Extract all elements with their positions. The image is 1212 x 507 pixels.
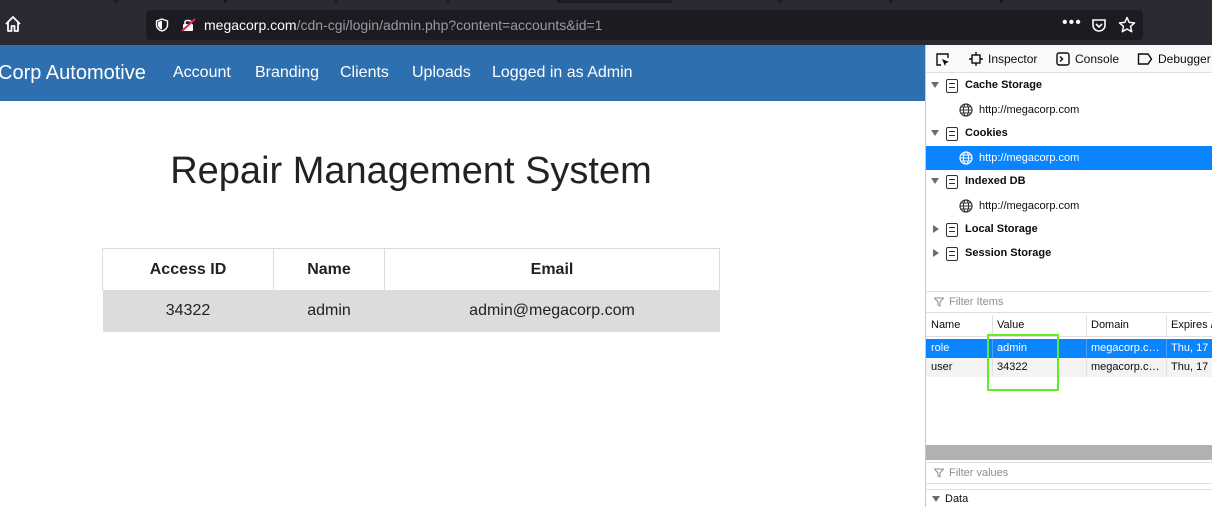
filter-values-placeholder: Filter values: [949, 467, 1009, 479]
devtools-toolbar: Inspector Console Debugger: [926, 45, 1212, 73]
column-header-access-id: Access ID: [102, 248, 274, 291]
nav-account[interactable]: Account: [173, 64, 231, 82]
home-icon[interactable]: [4, 15, 22, 33]
nav-logged-in-user[interactable]: Logged in as Admin: [492, 64, 633, 82]
tree-item-session-storage[interactable]: Session Storage: [926, 242, 1212, 266]
column-header-domain[interactable]: Domain: [1086, 315, 1166, 336]
storage-icon: [946, 223, 958, 237]
cookie-name: role: [931, 342, 950, 354]
inspector-icon: [969, 52, 983, 66]
tab-debugger-label: Debugger: [1158, 52, 1211, 66]
cell-name: admin: [273, 290, 385, 332]
tree-item-label: http://megacorp.com: [979, 200, 1080, 212]
url-bar[interactable]: megacorp.com/cdn-cgi/login/admin.php?con…: [146, 10, 1143, 40]
navbar: Corp Automotive Account Branding Clients…: [0, 45, 925, 101]
storage-icon: [946, 127, 958, 141]
annotation-highlight-box: [987, 334, 1059, 391]
globe-icon: [959, 103, 973, 117]
storage-icon: [946, 175, 958, 189]
table-header-row: Access ID Name Email: [102, 248, 720, 291]
storage-icon: [946, 247, 958, 261]
tab-inspector-label: Inspector: [988, 52, 1038, 66]
page-title: Repair Management System: [170, 150, 652, 192]
globe-icon: [959, 199, 973, 213]
column-header-name[interactable]: Name: [926, 315, 992, 336]
tree-item-cache-host[interactable]: http://megacorp.com: [926, 98, 1212, 122]
filter-values-input[interactable]: Filter values: [926, 462, 1212, 484]
cell-email: admin@megacorp.com: [384, 290, 720, 332]
element-picker-icon[interactable]: [935, 52, 950, 67]
filter-items-input[interactable]: Filter Items: [926, 291, 1212, 313]
url-host: megacorp.com: [204, 17, 297, 33]
insecure-lock-icon[interactable]: [181, 18, 197, 32]
cookie-domain: megacorp.c…: [1086, 358, 1166, 377]
expand-arrow-icon[interactable]: [931, 130, 939, 136]
tree-item-label: http://megacorp.com: [979, 152, 1080, 164]
tree-item-cookies[interactable]: Cookies: [926, 122, 1212, 146]
tab-inspector[interactable]: Inspector: [969, 52, 1037, 66]
cookie-expires: Thu, 17 …: [1166, 339, 1212, 358]
column-header-value[interactable]: Value: [992, 315, 1086, 336]
expand-arrow-icon[interactable]: [931, 82, 939, 88]
filter-icon: [934, 468, 944, 478]
table-row[interactable]: user 34322 megacorp.c… Thu, 17 …: [926, 358, 1212, 377]
pocket-icon[interactable]: [1091, 17, 1107, 33]
cookies-table-header: Name Value Domain Expires /: [926, 315, 1212, 337]
column-header-name: Name: [273, 248, 385, 291]
tab-debugger[interactable]: Debugger: [1137, 52, 1211, 66]
debugger-icon: [1137, 53, 1153, 65]
column-header-email: Email: [384, 248, 720, 291]
tree-item-cookies-host[interactable]: http://megacorp.com: [926, 146, 1212, 170]
tree-item-label: Cache Storage: [965, 79, 1043, 91]
tab-console-label: Console: [1075, 52, 1120, 66]
filter-items-placeholder: Filter Items: [949, 296, 1004, 308]
nav-uploads[interactable]: Uploads: [412, 64, 471, 82]
url-path: /cdn-cgi/login/admin.php?content=account…: [296, 17, 603, 33]
shield-icon[interactable]: [155, 18, 169, 32]
tree-item-indexed-db[interactable]: Indexed DB: [926, 170, 1212, 194]
expand-arrow-icon[interactable]: [932, 496, 940, 502]
web-page: Corp Automotive Account Branding Clients…: [0, 45, 925, 507]
tree-item-label: Local Storage: [965, 223, 1038, 235]
tree-item-cache-storage[interactable]: Cache Storage: [926, 74, 1212, 98]
more-actions-button[interactable]: •••: [1062, 14, 1082, 32]
tree-item-local-storage[interactable]: Local Storage: [926, 218, 1212, 242]
nav-branding[interactable]: Branding: [255, 64, 319, 82]
console-icon: [1056, 52, 1070, 66]
cell-access-id: 34322: [102, 290, 274, 332]
navigation-toolbar: megacorp.com/cdn-cgi/login/admin.php?con…: [0, 3, 1212, 45]
tab-console[interactable]: Console: [1056, 52, 1119, 66]
table-row[interactable]: role admin megacorp.c… Thu, 17 …: [926, 339, 1212, 358]
cookie-expires: Thu, 17 …: [1166, 358, 1212, 377]
sidebar-data-section[interactable]: Data: [926, 489, 1212, 507]
filter-icon: [934, 297, 944, 307]
data-section-label: Data: [945, 493, 969, 505]
brand-logo-text[interactable]: Corp Automotive: [0, 62, 146, 85]
collapse-arrow-icon[interactable]: [933, 225, 939, 233]
cookie-domain: megacorp.c…: [1086, 339, 1166, 358]
panel-splitter[interactable]: [926, 445, 1212, 460]
globe-icon: [959, 151, 973, 165]
tree-item-label: Indexed DB: [965, 175, 1026, 187]
collapse-arrow-icon[interactable]: [933, 249, 939, 257]
column-header-expires[interactable]: Expires /: [1166, 315, 1212, 336]
star-icon[interactable]: [1118, 16, 1136, 34]
devtools-panel: Inspector Console Debugger Cache Storage…: [925, 45, 1212, 507]
expand-arrow-icon[interactable]: [931, 178, 939, 184]
accounts-table: Access ID Name Email 34322 admin admin@m…: [102, 248, 720, 332]
tree-item-label: http://megacorp.com: [979, 104, 1080, 116]
tree-item-label: Session Storage: [965, 247, 1052, 259]
tree-item-label: Cookies: [965, 127, 1008, 139]
nav-clients[interactable]: Clients: [340, 64, 389, 82]
table-row: 34322 admin admin@megacorp.com: [102, 290, 720, 332]
tree-item-indexed-db-host[interactable]: http://megacorp.com: [926, 194, 1212, 218]
storage-icon: [946, 79, 958, 93]
cookie-name: user: [931, 361, 953, 373]
url-text[interactable]: megacorp.com/cdn-cgi/login/admin.php?con…: [204, 17, 602, 33]
